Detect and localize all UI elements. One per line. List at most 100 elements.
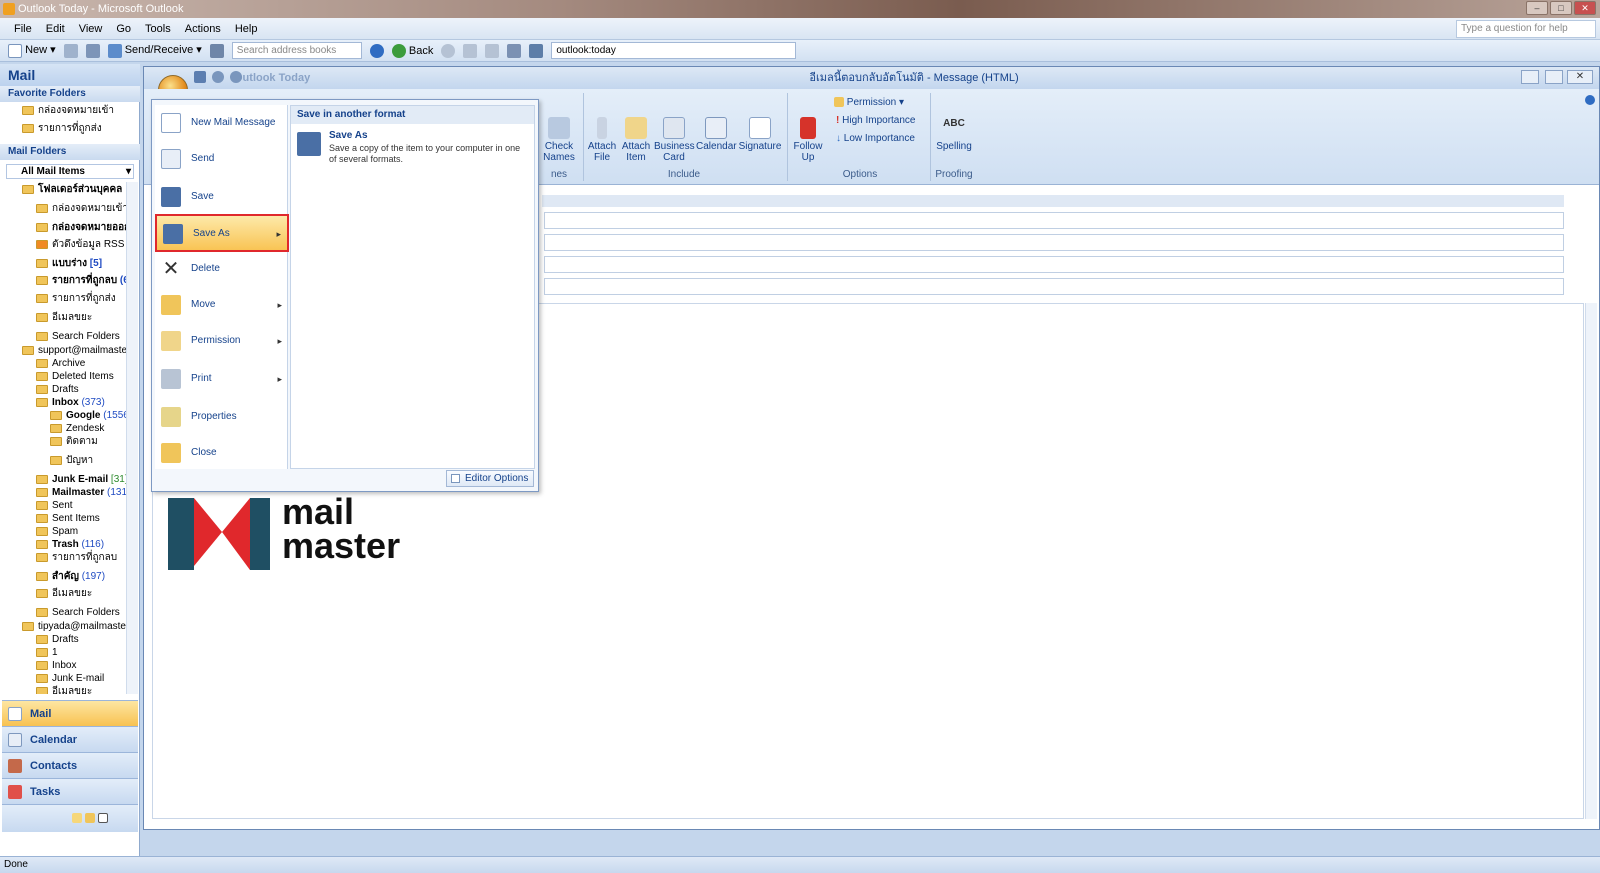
menu-help[interactable]: Help [235,23,258,35]
forward-icon[interactable] [441,43,456,58]
menu-edit[interactable]: Edit [46,23,65,35]
menu-view[interactable]: View [79,23,103,35]
check-names-button[interactable]: Check Names [542,117,576,163]
all-mail-items-dropdown[interactable]: All Mail Items ▾ [6,164,134,179]
nav-mail-button[interactable]: Mail [2,700,138,726]
fav-inbox[interactable]: กล่องจดหมายเข้า [22,104,114,117]
favorite-folders-header[interactable]: Favorite Folders [0,86,140,102]
business-card-button[interactable]: Business Card [654,117,695,163]
folder-item[interactable]: Deleted Items [36,370,114,383]
folder-item[interactable]: กล่องจดหมายเข้า [36,202,128,215]
shortcuts-icon[interactable] [98,813,109,824]
folder-item[interactable]: Drafts [36,383,79,396]
folder-item[interactable]: Sent [36,499,73,512]
menu-move[interactable]: Move ▸ [155,287,288,323]
to-field[interactable] [544,212,1564,229]
folder-item[interactable]: ปัญหา [50,454,93,467]
calendar-button[interactable]: Calendar [696,117,737,152]
folder-item[interactable]: Inbox (373) [36,396,105,409]
maximize-button[interactable]: □ [1550,1,1572,15]
help-search-input[interactable]: Type a question for help [1456,20,1596,38]
search-folders[interactable]: Search Folders [36,606,120,619]
menu-go[interactable]: Go [116,23,131,35]
folder-item[interactable]: Archive [36,357,85,370]
low-importance-button[interactable]: ↓ Low Importance [836,133,915,144]
msg-minimize-button[interactable] [1521,70,1539,84]
new-button[interactable]: New ▾ [8,43,56,58]
menu-file[interactable]: File [14,23,32,35]
fav-sent[interactable]: รายการที่ถูกส่ง [22,122,102,135]
folder-item[interactable]: กล่องจดหมายออก [36,221,130,234]
folder-item[interactable]: Sent Items [36,512,100,525]
folder-item[interactable]: สำคัญ (197) [36,570,105,583]
cc-field[interactable] [544,234,1564,251]
msg-maximize-button[interactable] [1545,70,1563,84]
folder-item[interactable]: Junk E-mail [36,672,104,685]
folder-item[interactable]: Zendesk [50,422,104,435]
high-importance-button[interactable]: ! High Importance [836,115,916,126]
folder-item[interactable]: ติดตาม [50,435,98,448]
folder-item[interactable]: Drafts [36,633,79,646]
spelling-button[interactable]: ABC Spelling [934,117,974,152]
msg-close-button[interactable]: ✕ [1567,70,1593,84]
editor-options-button[interactable]: Editor Options [446,470,534,487]
nav-contacts-button[interactable]: Contacts [2,752,138,778]
attach-item-button[interactable]: Attach Item [620,117,652,163]
nav-calendar-button[interactable]: Calendar [2,726,138,752]
folder-item[interactable]: รายการที่ถูกลบ (6 [36,274,129,287]
menu-permission[interactable]: Permission ▸ [155,323,288,359]
folder-item[interactable]: Spam [36,525,78,538]
minimize-button[interactable]: – [1526,1,1548,15]
close-button[interactable]: ✕ [1574,1,1596,15]
body-scrollbar[interactable] [1585,303,1597,819]
follow-up-button[interactable]: Follow Up [790,117,826,163]
notes-icon[interactable] [72,813,82,824]
refresh-icon[interactable] [485,43,500,58]
menu-actions[interactable]: Actions [185,23,221,35]
search-address-books-input[interactable]: Search address books [231,42,362,59]
help-icon[interactable] [369,43,384,58]
folder-item[interactable]: รายการที่ถูกลบ [36,551,117,564]
print-icon[interactable] [63,43,78,58]
mail-folders-header[interactable]: Mail Folders [0,144,140,160]
signature-button[interactable]: Signature [738,117,782,152]
menu-save[interactable]: Save [155,179,288,215]
bcc-field[interactable] [544,256,1564,273]
folder-item[interactable]: อีเมลขยะ [36,685,92,694]
folder-item[interactable]: ตัวดึงข้อมูล RSS [36,238,124,251]
menu-print[interactable]: Print ▸ [155,361,288,397]
menu-delete[interactable]: ✕ Delete [155,251,288,287]
folder-item[interactable]: 1 [36,646,58,659]
search-web-icon[interactable] [529,43,544,58]
send-receive-button[interactable]: Send/Receive ▾ [107,43,202,58]
personal-folders[interactable]: โฟลเดอร์ส่วนบุคคล [22,183,122,196]
folder-list-icon[interactable] [85,813,96,824]
permission-button[interactable]: Permission ▾ [834,97,904,108]
account-support[interactable]: support@mailmaster [22,344,130,357]
quick-save-icon[interactable] [194,71,206,83]
account-tipyada[interactable]: tipyada@mailmaster [22,620,129,633]
address-book-icon[interactable] [85,43,100,58]
folder-item[interactable]: Trash (116) [36,538,104,551]
folder-item[interactable]: รายการที่ถูกส่ง [36,292,116,305]
redo-icon[interactable] [230,71,242,83]
search-folders[interactable]: Search Folders [36,330,120,343]
menu-send[interactable]: Send [155,141,288,177]
folder-item[interactable]: Google (1556 [50,409,129,422]
folder-item[interactable]: Inbox [36,659,76,672]
menu-new-mail-message[interactable]: New Mail Message [155,105,288,141]
folder-item[interactable]: Mailmaster (1319 [36,486,133,499]
web-address-input[interactable]: outlook:today [551,42,797,59]
stop-icon[interactable] [463,43,478,58]
menu-close[interactable]: Close [155,435,288,471]
home-icon[interactable] [507,43,522,58]
nav-tasks-button[interactable]: Tasks [2,778,138,804]
folder-item[interactable]: อีเมลขยะ [36,311,92,324]
folder-item[interactable]: แบบร่าง [5] [36,257,102,270]
subject-field[interactable] [544,278,1564,295]
menu-tools[interactable]: Tools [145,23,171,35]
folder-scrollbar[interactable] [126,182,138,694]
menu-properties[interactable]: Properties [155,399,288,435]
back-button[interactable]: Back [391,43,433,58]
attach-file-button[interactable]: Attach File [586,117,618,163]
